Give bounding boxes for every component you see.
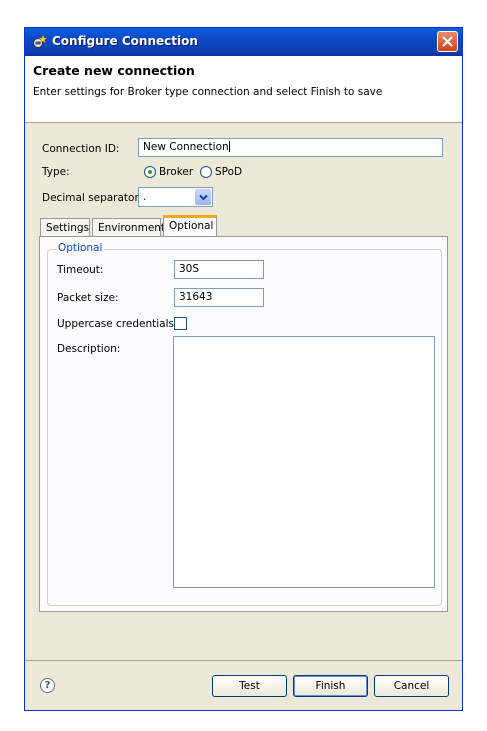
window-title: Configure Connection bbox=[52, 34, 198, 48]
packet-size-label: Packet size: bbox=[57, 292, 119, 304]
help-button[interactable]: ? bbox=[40, 678, 55, 693]
optional-tab-panel: Optional Timeout: 30S Packet size: 31643… bbox=[39, 236, 448, 612]
wizard-header: Create new connection Enter settings for… bbox=[25, 56, 462, 123]
type-label: Type: bbox=[42, 166, 70, 178]
footer-divider bbox=[25, 660, 462, 661]
spod-radio[interactable] bbox=[200, 166, 212, 178]
timeout-input[interactable]: 30S bbox=[174, 260, 264, 279]
question-mark-circle-icon: ? bbox=[44, 680, 51, 691]
packet-size-value: 31643 bbox=[179, 291, 213, 303]
broker-radio-label[interactable]: Broker bbox=[159, 166, 193, 178]
decimal-separator-select[interactable]: . bbox=[138, 187, 213, 207]
title-bar[interactable]: Configure Connection bbox=[25, 28, 462, 56]
configure-connection-dialog: Configure Connection Create new connecti… bbox=[24, 27, 463, 711]
optional-group: Optional Timeout: 30S Packet size: 31643… bbox=[47, 242, 442, 606]
decimal-separator-value: . bbox=[143, 191, 147, 203]
optional-group-title: Optional bbox=[56, 242, 105, 254]
broker-radio[interactable] bbox=[144, 166, 156, 178]
timeout-value: 30S bbox=[179, 263, 200, 275]
uppercase-credentials-checkbox[interactable] bbox=[174, 317, 187, 330]
tab-environment[interactable]: Environment bbox=[92, 218, 165, 236]
uppercase-credentials-label: Uppercase credentials: bbox=[57, 318, 178, 330]
finish-button[interactable]: Finish bbox=[293, 675, 368, 697]
timeout-label: Timeout: bbox=[57, 264, 104, 276]
packet-size-input[interactable]: 31643 bbox=[174, 288, 264, 307]
header-description: Enter settings for Broker type connectio… bbox=[33, 86, 383, 98]
connection-id-label: Connection ID: bbox=[42, 143, 120, 155]
description-textarea[interactable] bbox=[173, 336, 435, 588]
description-label: Description: bbox=[57, 343, 121, 355]
connection-icon bbox=[33, 34, 47, 48]
close-icon bbox=[442, 36, 453, 47]
header-title: Create new connection bbox=[33, 63, 195, 78]
text-cursor bbox=[228, 141, 230, 152]
decimal-separator-label: Decimal separator: bbox=[42, 192, 143, 204]
dropdown-arrow[interactable] bbox=[195, 189, 211, 205]
tab-settings[interactable]: Settings bbox=[40, 218, 90, 236]
chevron-down-icon bbox=[198, 194, 208, 200]
test-button[interactable]: Test bbox=[212, 675, 287, 697]
connection-id-value: New Connection bbox=[143, 141, 229, 153]
cancel-button[interactable]: Cancel bbox=[374, 675, 449, 697]
tab-optional[interactable]: Optional bbox=[163, 215, 217, 237]
spod-radio-label[interactable]: SPoD bbox=[215, 166, 242, 178]
connection-id-input[interactable]: New Connection bbox=[138, 138, 443, 157]
close-button[interactable] bbox=[437, 31, 458, 52]
